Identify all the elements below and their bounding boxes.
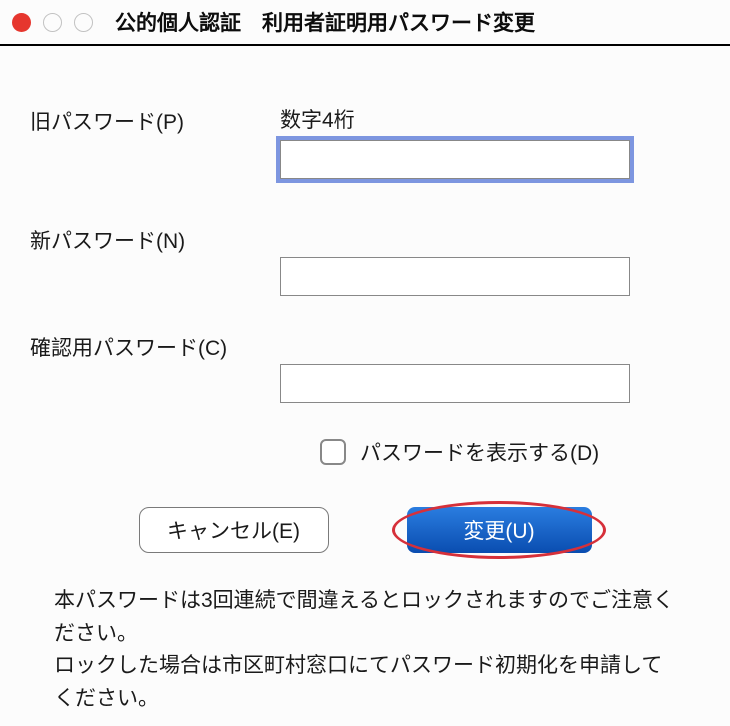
new-password-row: 新パスワード(N) — [30, 223, 700, 296]
cancel-button[interactable]: キャンセル(E) — [139, 507, 329, 553]
notice-line-1: 本パスワードは3回連続で間違えるとロックされますのでご注意ください。 — [54, 585, 676, 650]
old-password-helper: 数字4桁 — [280, 104, 700, 134]
dialog-content: 旧パスワード(P) 数字4桁 新パスワード(N) 確認用パスワード(C) パスワ… — [0, 46, 730, 715]
show-password-row[interactable]: パスワードを表示する(D) — [320, 437, 700, 467]
button-row: キャンセル(E) 変更(U) — [30, 507, 700, 553]
notice-line-2: ロックした場合は市区町村窓口にてパスワード初期化を申請してください。 — [54, 650, 676, 715]
window-titlebar: 公的個人認証 利用者証明用パスワード変更 — [0, 0, 730, 46]
confirm-password-input[interactable] — [280, 364, 630, 403]
submit-button[interactable]: 変更(U) — [407, 507, 592, 553]
close-window-button[interactable] — [12, 13, 31, 32]
confirm-password-label: 確認用パスワード(C) — [30, 330, 280, 362]
window-title: 公的個人認証 利用者証明用パスワード変更 — [115, 7, 535, 37]
new-password-field-wrap — [280, 223, 700, 296]
old-password-row: 旧パスワード(P) 数字4桁 — [30, 104, 700, 179]
old-password-label: 旧パスワード(P) — [30, 104, 280, 136]
confirm-password-row: 確認用パスワード(C) — [30, 330, 700, 403]
new-password-label: 新パスワード(N) — [30, 223, 280, 255]
new-password-input[interactable] — [280, 257, 630, 296]
minimize-window-button[interactable] — [43, 13, 62, 32]
old-password-field-wrap: 数字4桁 — [280, 104, 700, 179]
show-password-checkbox[interactable] — [320, 439, 346, 465]
maximize-window-button[interactable] — [74, 13, 93, 32]
confirm-password-field-wrap — [280, 330, 700, 403]
submit-button-highlight-wrap: 変更(U) — [407, 507, 592, 553]
notice-text: 本パスワードは3回連続で間違えるとロックされますのでご注意ください。 ロックした… — [30, 585, 700, 715]
old-password-input[interactable] — [280, 140, 630, 179]
traffic-lights — [12, 13, 93, 32]
show-password-label: パスワードを表示する(D) — [360, 437, 599, 467]
